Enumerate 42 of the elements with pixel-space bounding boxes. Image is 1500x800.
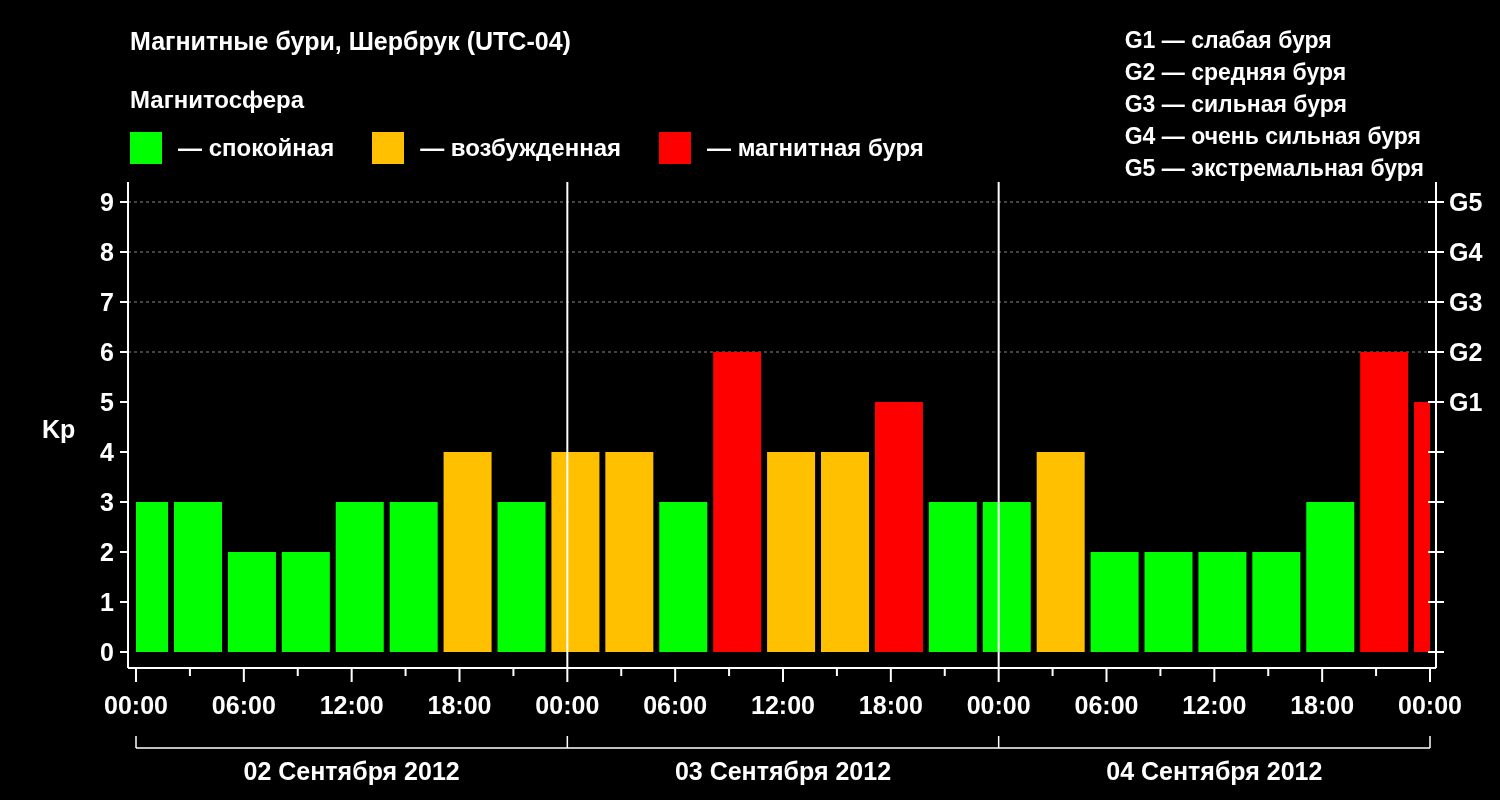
g-level-label: G2 <box>1449 338 1483 366</box>
x-tick-label: 18:00 <box>1290 691 1355 719</box>
x-tick-label: 06:00 <box>211 691 276 719</box>
y-tick-label: 1 <box>100 588 114 616</box>
g-level-label: G3 <box>1449 288 1483 316</box>
y-tick-label: 9 <box>100 188 114 216</box>
g-level-label: G4 <box>1449 238 1483 266</box>
y-tick-label: 5 <box>100 388 114 416</box>
date-label: 03 Сентября 2012 <box>674 757 892 785</box>
scale-description: G2 — средняя буря <box>1124 58 1348 87</box>
x-tick-label: 18:00 <box>858 691 923 719</box>
scale-description: G1 — слабая буря <box>1124 26 1333 55</box>
y-tick-label: 6 <box>100 338 114 366</box>
x-tick-label: 06:00 <box>1074 691 1139 719</box>
scale-description: G5 — экстремальная буря <box>1124 154 1424 183</box>
date-label: 04 Сентября 2012 <box>1106 757 1323 785</box>
x-tick-label: 12:00 <box>751 691 815 719</box>
x-tick-label: 00:00 <box>535 691 600 719</box>
y-axis-label: Kp <box>42 415 76 443</box>
chart-title: Магнитные бури, Шербрук (UTC-04) <box>130 26 572 57</box>
y-tick-label: 8 <box>100 238 114 266</box>
y-tick-label: 0 <box>100 638 114 666</box>
x-tick-label: 06:00 <box>643 691 708 719</box>
y-tick-label: 4 <box>100 438 114 466</box>
legend-label: — спокойная <box>178 133 335 163</box>
g-level-label: G5 <box>1449 188 1483 216</box>
x-tick-label: 12:00 <box>1182 691 1247 719</box>
scale-description: G4 — очень сильная буря <box>1124 122 1422 151</box>
y-tick-label: 2 <box>100 538 114 566</box>
legend-label: — возбужденная <box>420 133 621 163</box>
legend-label: — магнитная буря <box>707 133 924 163</box>
y-tick-label: 7 <box>100 288 114 316</box>
g-level-label: G1 <box>1449 388 1483 416</box>
y-tick-label: 3 <box>100 488 114 516</box>
x-tick-label: 00:00 <box>966 691 1031 719</box>
x-tick-label: 12:00 <box>319 691 384 719</box>
scale-description: G3 — сильная буря <box>1124 90 1348 119</box>
x-tick-label: 00:00 <box>104 691 168 719</box>
x-tick-label: 00:00 <box>1398 691 1462 719</box>
legend-title: Магнитосфера <box>130 85 306 115</box>
x-tick-label: 18:00 <box>427 691 492 719</box>
date-label: 02 Сентября 2012 <box>243 757 460 785</box>
